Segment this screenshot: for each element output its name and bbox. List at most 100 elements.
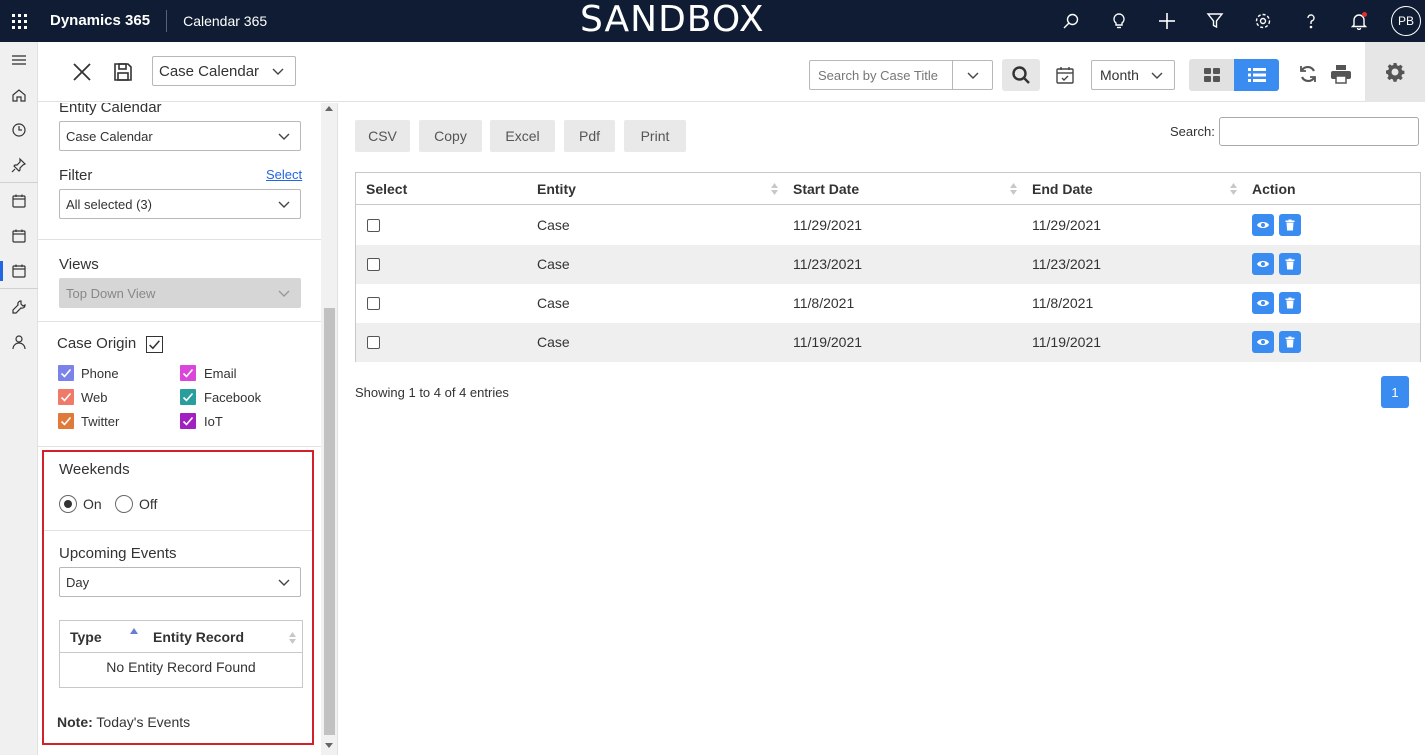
grid-view-button[interactable] <box>1189 59 1234 91</box>
weekends-off-radio[interactable] <box>115 495 133 513</box>
scroll-down-arrow[interactable] <box>325 743 333 748</box>
table-header: Type Entity Record <box>60 621 302 653</box>
origin-web-checkbox[interactable] <box>58 389 74 405</box>
excel-button[interactable]: Excel <box>490 120 555 152</box>
refresh-icon[interactable] <box>1296 62 1320 86</box>
view-select[interactable]: Month <box>1091 60 1175 90</box>
filter-select-link[interactable]: Select <box>266 167 302 182</box>
print-button[interactable]: Print <box>624 120 686 152</box>
page-button[interactable]: 1 <box>1381 376 1409 408</box>
view-button[interactable] <box>1252 214 1274 236</box>
cell-end-date: 11/8/2021 <box>1032 295 1094 311</box>
avatar[interactable]: PB <box>1391 6 1421 36</box>
case-search-input[interactable]: Search by Case Title <box>809 60 993 90</box>
views-value: Top Down View <box>66 285 156 301</box>
origin-iot-checkbox[interactable] <box>180 413 196 429</box>
column-header-start-date[interactable]: Start Date <box>793 181 859 197</box>
recent-icon[interactable] <box>0 112 38 147</box>
row-checkbox[interactable] <box>367 336 380 349</box>
column-header-end-date[interactable]: End Date <box>1032 181 1093 197</box>
entity-calendar-select[interactable]: Case Calendar <box>59 121 301 151</box>
row-checkbox[interactable] <box>367 297 380 310</box>
app-name[interactable]: Calendar 365 <box>167 13 267 29</box>
origin-twitter-checkbox[interactable] <box>58 413 74 429</box>
home-icon[interactable] <box>0 77 38 112</box>
lightbulb-icon[interactable] <box>1095 0 1143 42</box>
copy-button[interactable]: Copy <box>419 120 482 152</box>
column-header-entity[interactable]: Entity <box>537 181 576 197</box>
brand-title[interactable]: Dynamics 365 <box>38 10 168 32</box>
print-icon[interactable] <box>1328 62 1354 86</box>
table-row[interactable]: Case 11/8/2021 11/8/2021 <box>356 284 1420 323</box>
origin-phone-checkbox[interactable] <box>58 365 74 381</box>
search-input[interactable] <box>1219 117 1419 146</box>
table-row[interactable]: Case 11/19/2021 11/19/2021 <box>356 323 1420 362</box>
column-header-entity-record[interactable]: Entity Record <box>153 629 244 645</box>
bell-icon[interactable] <box>1335 0 1383 42</box>
sort-icon[interactable] <box>1230 182 1237 196</box>
table-row[interactable]: Case 11/29/2021 11/29/2021 <box>356 206 1420 245</box>
eye-icon <box>1257 261 1269 267</box>
sort-icon[interactable] <box>1010 182 1017 196</box>
calendar-icon[interactable] <box>0 218 38 253</box>
calendar-icon[interactable] <box>0 183 38 218</box>
entity-calendar-value: Case Calendar <box>66 128 153 144</box>
help-icon[interactable] <box>1287 0 1335 42</box>
list-icon <box>1247 68 1266 82</box>
origin-phone-label: Phone <box>81 366 119 381</box>
origin-email-checkbox[interactable] <box>180 365 196 381</box>
sort-icon[interactable] <box>289 631 296 645</box>
filter-icon[interactable] <box>1191 0 1239 42</box>
sort-asc-icon[interactable] <box>130 627 138 635</box>
trash-icon <box>1285 219 1295 231</box>
column-header-type[interactable]: Type <box>70 629 102 645</box>
calendar-select-value: Case Calendar <box>159 62 260 80</box>
pin-icon[interactable] <box>0 147 38 182</box>
cell-end-date: 11/19/2021 <box>1032 334 1102 350</box>
settings-icon[interactable] <box>1239 0 1287 42</box>
calendar-icon[interactable] <box>0 253 38 288</box>
delete-button[interactable] <box>1279 253 1301 275</box>
calendar-check-icon[interactable] <box>1052 62 1078 88</box>
search-icon <box>1012 66 1030 84</box>
case-origin-title: Case Origin <box>57 335 137 352</box>
view-button[interactable] <box>1252 253 1274 275</box>
tools-icon[interactable] <box>0 289 38 324</box>
cell-entity: Case <box>537 256 570 272</box>
upcoming-events-select[interactable]: Day <box>59 567 301 597</box>
delete-button[interactable] <box>1279 331 1301 353</box>
filter-select[interactable]: All selected (3) <box>59 189 301 219</box>
search-button[interactable] <box>1002 59 1040 91</box>
column-header-action: Action <box>1252 181 1296 197</box>
main-content: CSV Copy Excel Pdf Print Search: Select … <box>339 103 1425 755</box>
calendar-select[interactable]: Case Calendar <box>152 56 296 86</box>
weekends-on-radio[interactable] <box>59 495 77 513</box>
case-search-dropdown[interactable] <box>952 61 992 89</box>
gear-icon[interactable] <box>1365 42 1425 102</box>
list-view-button[interactable] <box>1234 59 1279 91</box>
sort-icon[interactable] <box>771 182 778 196</box>
person-icon[interactable] <box>0 324 38 359</box>
delete-button[interactable] <box>1279 292 1301 314</box>
plus-icon[interactable] <box>1143 0 1191 42</box>
csv-button[interactable]: CSV <box>355 120 410 152</box>
hamburger-icon[interactable] <box>0 42 38 77</box>
save-icon[interactable] <box>111 60 135 84</box>
case-origin-checkbox[interactable] <box>146 336 163 353</box>
scrollbar-thumb[interactable] <box>324 308 335 735</box>
table-row[interactable]: Case 11/23/2021 11/23/2021 <box>356 245 1420 284</box>
view-button[interactable] <box>1252 292 1274 314</box>
command-bar: Case Calendar Search by Case Title Month <box>38 42 1425 102</box>
origin-web-label: Web <box>81 390 108 405</box>
search-icon[interactable] <box>1047 0 1095 42</box>
views-title: Views <box>59 256 99 273</box>
row-checkbox[interactable] <box>367 258 380 271</box>
row-checkbox[interactable] <box>367 219 380 232</box>
view-button[interactable] <box>1252 331 1274 353</box>
origin-facebook-checkbox[interactable] <box>180 389 196 405</box>
scroll-up-arrow[interactable] <box>325 106 333 111</box>
delete-button[interactable] <box>1279 214 1301 236</box>
close-icon[interactable] <box>70 60 94 84</box>
app-launcher-icon[interactable] <box>0 0 38 42</box>
pdf-button[interactable]: Pdf <box>564 120 615 152</box>
